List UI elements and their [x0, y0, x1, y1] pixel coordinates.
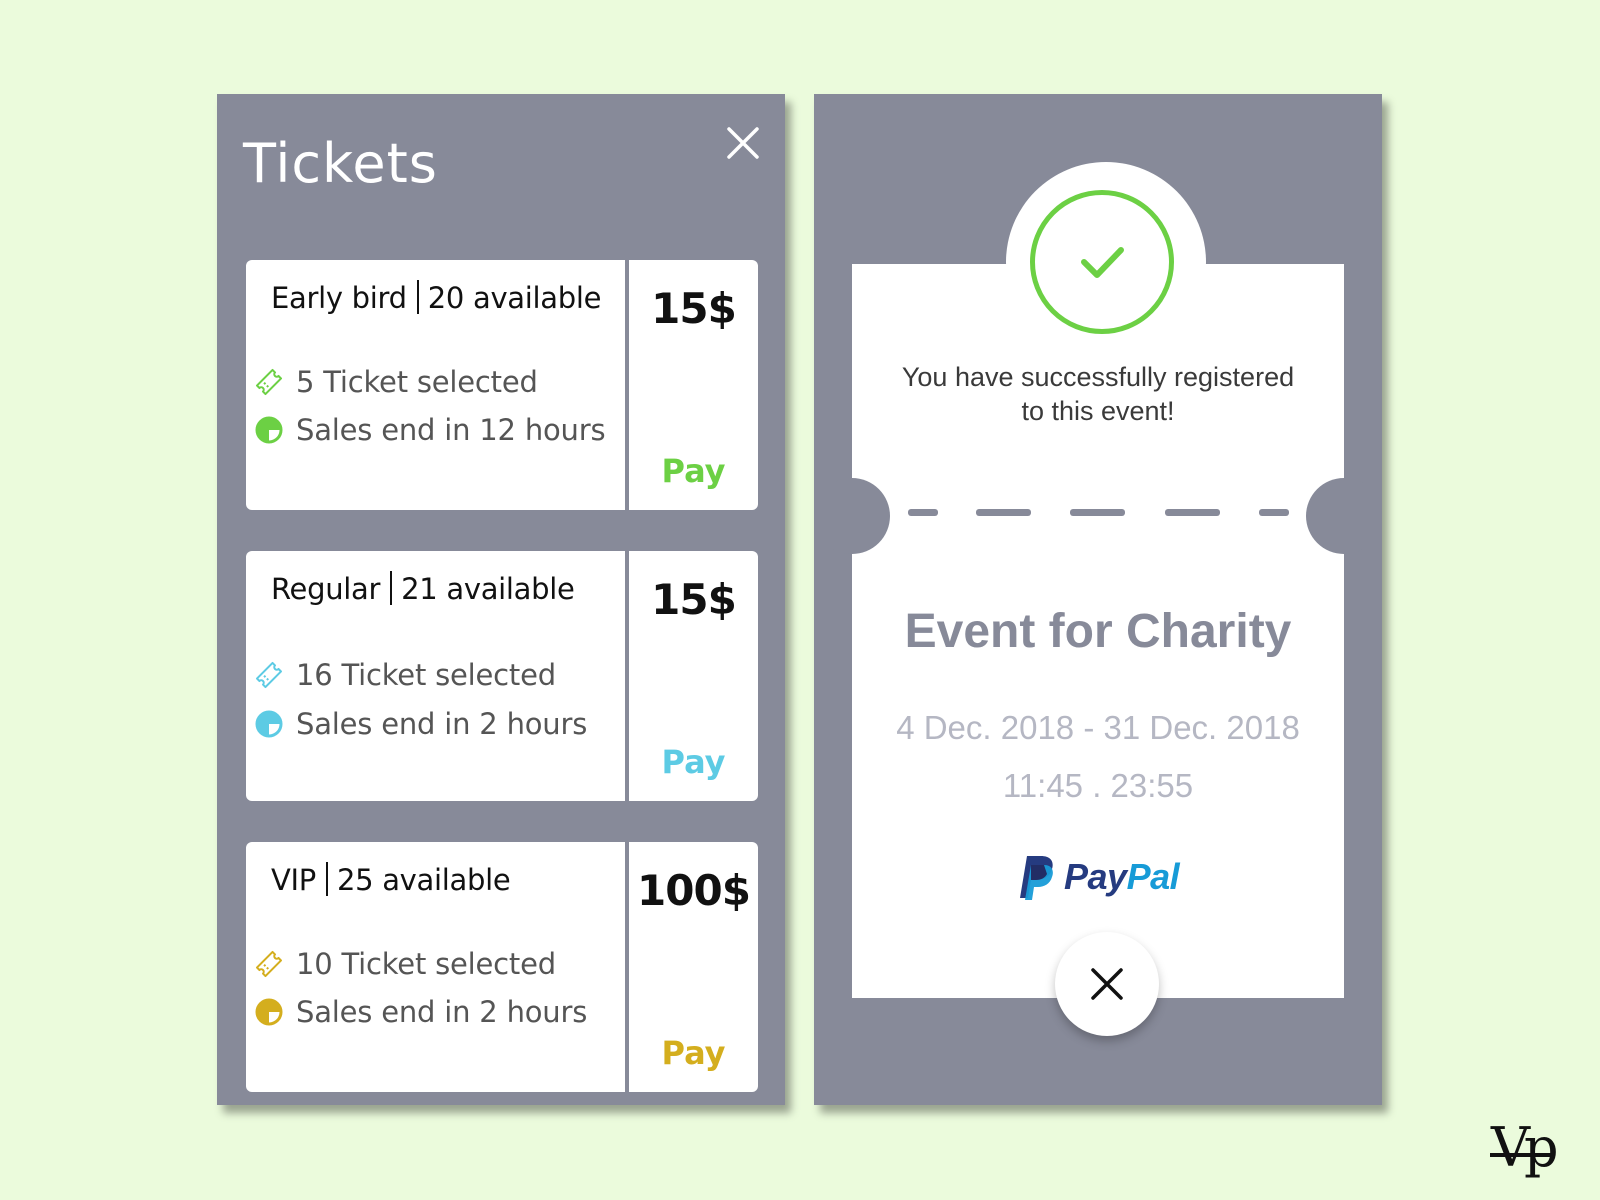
ticket-sales-end: Sales end in 2 hours	[296, 707, 588, 741]
ticket-availability: 21 available	[401, 572, 575, 606]
ticket-info: VIP25 available 10 Ticket selected Sale	[246, 842, 625, 1092]
check-icon	[1081, 247, 1124, 278]
ticket-notch-right	[1306, 478, 1382, 554]
ticket-heading: VIP 25 available	[271, 862, 511, 897]
ticket-heading: Regular 21 available	[271, 571, 575, 606]
ticket-info: Early bird 20 available 5 Ticket selected	[246, 260, 625, 510]
ticket-sales-end-row: Sales end in 12 hours	[254, 413, 606, 447]
ticket-sales-end: Sales end in 12 hours	[296, 413, 606, 447]
pay-button[interactable]: Pay	[629, 1034, 758, 1072]
ticket-availability: 25 available	[336, 863, 511, 897]
ticket-selected-row: 16 Ticket selected	[254, 658, 556, 692]
divider	[390, 571, 393, 605]
ticket-selected: 5 Ticket selected	[296, 365, 538, 399]
perforation-dash	[908, 509, 938, 516]
perforation-dash	[1070, 509, 1125, 516]
paypal-wordmark: PayPal	[1064, 856, 1180, 898]
paypal-word-pay: Pay	[1064, 856, 1127, 897]
ticket-icon	[255, 950, 283, 978]
panel-title: Tickets	[243, 132, 438, 195]
ticket-card: Regular 21 available 16 Ticket selected	[246, 551, 758, 801]
ticket-price: 100$	[637, 866, 751, 915]
ticket-name: VIP	[271, 863, 316, 897]
ticket-price: 15$	[651, 575, 737, 624]
close-icon	[1091, 968, 1123, 1000]
success-panel: You have successfully registered to this…	[814, 94, 1382, 1105]
success-message: You have successfully registered to this…	[852, 360, 1344, 428]
ticket-name: Early bird	[271, 281, 407, 315]
perforation-dash	[976, 509, 1031, 516]
success-badge	[1030, 190, 1174, 334]
half-clock-icon	[255, 416, 283, 444]
ticket-icon	[255, 368, 283, 396]
success-message-line2: to this event!	[1021, 396, 1175, 426]
success-message-line1: You have successfully registered	[901, 362, 1295, 392]
event-times: 11:45 . 23:55	[1002, 767, 1194, 804]
ticket-card: VIP25 available 10 Ticket selected Sale	[246, 842, 758, 1092]
close-icon[interactable]	[724, 124, 762, 162]
ticket-heading: Early bird 20 available	[271, 280, 601, 315]
ticket-sales-end-row: Sales end in 2 hours	[254, 707, 587, 741]
event-title: Event for Charity	[904, 605, 1292, 658]
pay-button[interactable]: Pay	[629, 452, 758, 490]
ticket-availability: 20 available	[427, 281, 602, 315]
ticket-icon	[255, 661, 283, 689]
tickets-panel: Tickets Early bird 20 available 5 Ticket …	[217, 94, 785, 1105]
ticket-info: Regular 21 available 16 Ticket selected	[246, 551, 625, 801]
ticket-price: 15$	[651, 284, 737, 333]
perforation-dash	[1165, 509, 1220, 516]
ticket-sales-end-row: Sales end in 2 hours	[254, 995, 587, 1029]
paypal-button[interactable]: PayPal	[1014, 854, 1180, 900]
ticket-notch-left	[814, 478, 890, 554]
ticket-selected-row: 5 Ticket selected	[254, 365, 538, 399]
ticket-price-column: 15$ Pay	[629, 551, 758, 801]
perforation-dash	[1259, 509, 1289, 516]
ticket-name: Regular	[271, 572, 381, 606]
ticket-selected-row: 10 Ticket selected	[254, 947, 556, 981]
pay-button[interactable]: Pay	[629, 743, 758, 781]
ticket-price-column: 15$ Pay	[629, 260, 758, 510]
brand-watermark-strike	[1490, 1153, 1554, 1157]
half-clock-icon	[255, 998, 283, 1026]
close-button[interactable]	[1055, 932, 1159, 1036]
half-clock-icon	[255, 710, 283, 738]
paypal-logo-icon	[1020, 856, 1053, 900]
ticket-selected: 16 Ticket selected	[296, 658, 556, 692]
divider	[325, 862, 328, 896]
brand-watermark: Vp	[1491, 1116, 1559, 1179]
paypal-word-pal: Pal	[1126, 856, 1180, 897]
ticket-price-column: 100$ Pay	[629, 842, 758, 1092]
event-dates: 4 Dec. 2018 - 31 Dec. 2018	[896, 709, 1300, 746]
ticket-card: Early bird 20 available 5 Ticket selected	[246, 260, 758, 510]
ticket-selected: 10 Ticket selected	[296, 947, 556, 981]
ticket-sales-end: Sales end in 2 hours	[296, 995, 588, 1029]
divider	[416, 280, 419, 314]
